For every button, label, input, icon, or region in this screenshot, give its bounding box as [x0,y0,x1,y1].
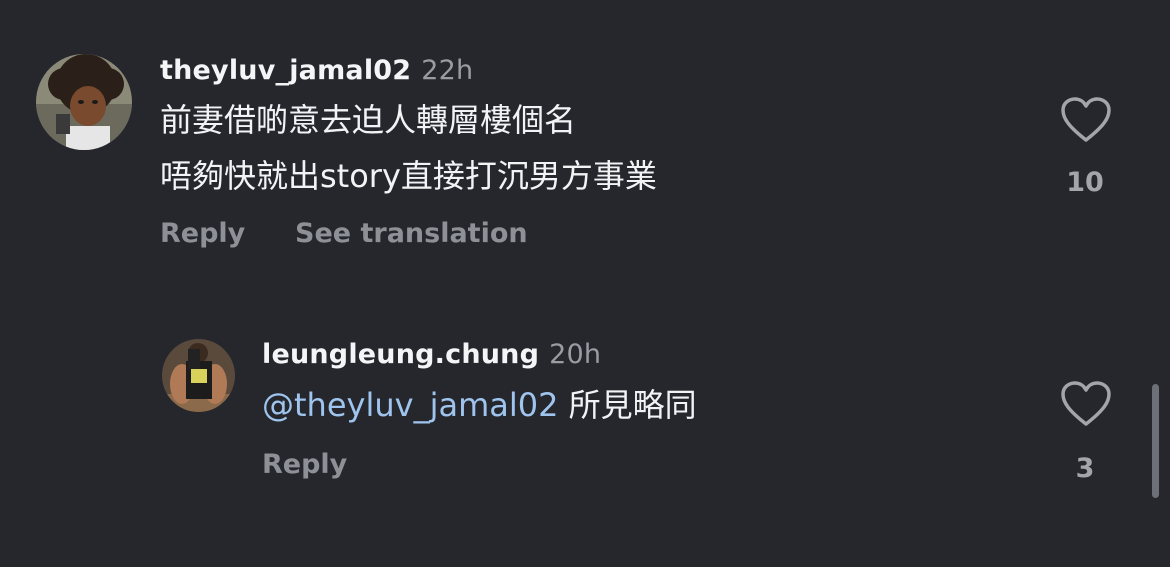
reply-text: 所見略同 [558,386,697,424]
username-text[interactable]: leungleung.chung [262,339,539,370]
comment-timestamp: 22h [421,55,474,86]
like-count: 10 [1066,167,1104,198]
like-count: 3 [1075,453,1095,484]
comment-text-line: 前妻借啲意去迫人轉層樓個名 [160,101,577,139]
avatar[interactable] [36,54,132,150]
mention-link[interactable]: @theyluv_jamal02 [262,386,558,424]
see-translation-button[interactable]: See translation [295,218,528,249]
reply-button[interactable]: Reply [262,449,347,480]
comment-text-line: 唔夠快就出story直接打沉男方事業 [160,157,657,195]
avatar[interactable] [162,339,235,412]
scrollbar[interactable] [1152,384,1159,498]
reply-button[interactable]: Reply [160,218,245,249]
reply-timestamp: 20h [549,339,602,370]
reply-body: @theyluv_jamal02 所見略同 [262,377,697,433]
comments-panel: theyluv_jamal02 22h 前妻借啲意去迫人轉層樓個名 唔夠快就出st… [0,0,1170,567]
reply-username[interactable]: leungleung.chung 20h [262,339,601,370]
comment-body: 前妻借啲意去迫人轉層樓個名 唔夠快就出story直接打沉男方事業 [160,92,657,204]
username-text[interactable]: theyluv_jamal02 [160,55,411,86]
heart-outline-icon[interactable] [1060,380,1112,428]
comment-username[interactable]: theyluv_jamal02 22h [160,55,473,86]
heart-outline-icon[interactable] [1060,96,1112,144]
